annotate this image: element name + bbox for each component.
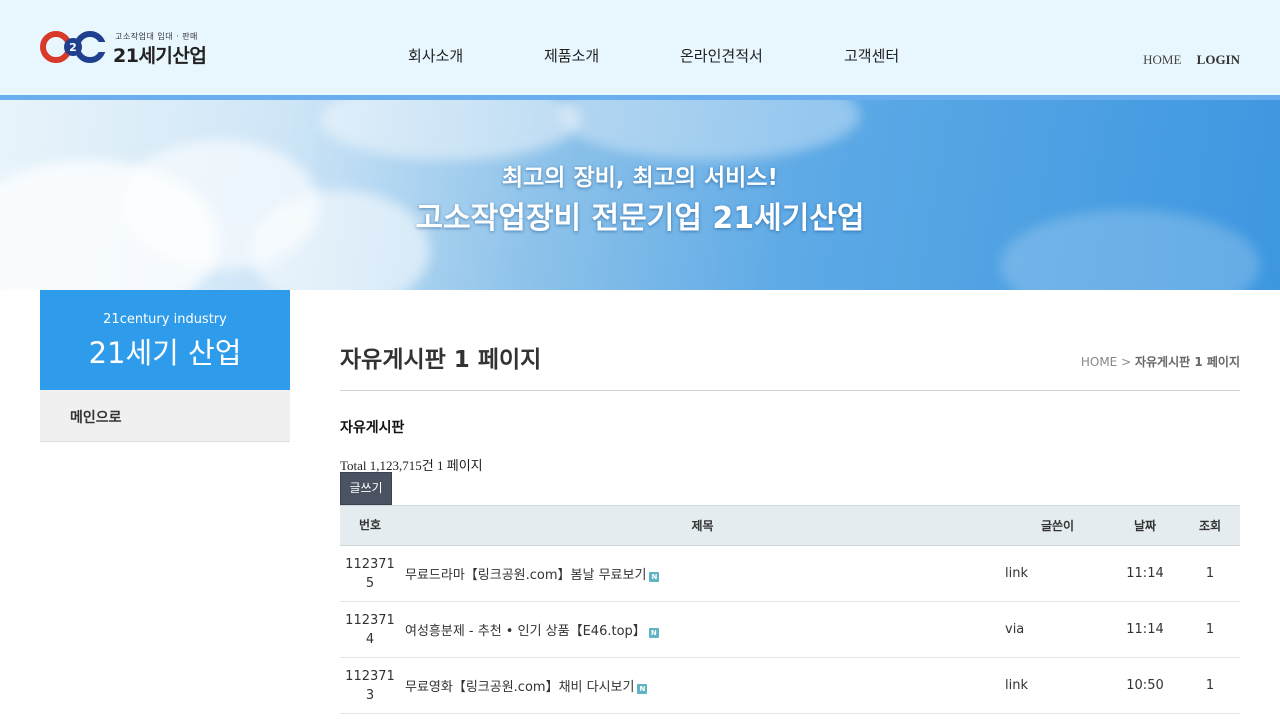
nav-item-company[interactable]: 회사소개 [408,45,463,66]
banner-title: 고소작업장비 전문기업 21세기산업 [415,201,865,236]
table-header-row: 번호 제목 글쓴이 날짜 조회 [340,505,1240,546]
post-date: 11:14 [1110,545,1180,602]
post-subject: 무료드라마【링크공원.com】봄날 무료보기 N [400,545,1005,602]
post-subject: 여성흥분제 - 추천 • 인기 상품【E46.top】 N [400,601,1005,658]
board-table: 번호 제목 글쓴이 날짜 조회 112371 5 무료드라마【링크공원.com】봄… [340,505,1240,714]
table-row: 112371 4 여성흥분제 - 추천 • 인기 상품【E46.top】 N via… [340,601,1240,658]
post-author[interactable]: link [1005,657,1110,714]
svg-text:2: 2 [69,41,77,54]
post-number: 112371 4 [340,601,400,658]
table-row: 112371 5 무료드라마【링크공원.com】봄날 무료보기 N link 11:… [340,545,1240,602]
site-header: 2 고소작업대 임대 · 판매 21세기산업 회사소개 제품소개 온라인견적서 … [0,0,1280,95]
hero-banner: 최고의 장비, 최고의 서비스! 고소작업장비 전문기업 21세기산업 [0,100,1280,290]
banner-subtitle: 최고의 장비, 최고의 서비스! [501,165,778,191]
col-number: 번호 [340,505,400,546]
sidebar-subtitle: 21century industry [103,312,227,327]
sidebar-title: 21세기 산업 [88,336,242,370]
post-link[interactable]: 무료영화【링크공원.com】채비 다시보기 [405,680,634,695]
write-button[interactable]: 글쓰기 [340,472,392,505]
col-author: 글쓴이 [1005,505,1110,546]
post-number: 112371 5 [340,545,400,602]
logo-mark-icon: 2 [40,31,108,63]
logo-title: 21세기산업 [113,45,207,67]
sidebar-header: 21century industry 21세기 산업 [40,290,290,390]
title-divider [340,390,1240,391]
breadcrumb-current: 자유게시판 1 페이지 [1134,355,1240,369]
post-date: 10:50 [1110,657,1180,714]
post-subject: 무료영화【링크공원.com】채비 다시보기 N [400,657,1005,714]
new-icon: N [637,684,648,694]
utility-links: HOME LOGIN [1143,52,1240,68]
nav-item-support[interactable]: 고객센터 [844,45,899,66]
logo[interactable]: 2 고소작업대 임대 · 판매 21세기산업 [40,30,215,67]
breadcrumb: HOME > 자유게시판 1 페이지 [1081,353,1240,370]
board-name: 자유게시판 [340,420,405,436]
col-date: 날짜 [1110,505,1180,546]
new-icon: N [648,628,659,638]
post-date: 11:14 [1110,601,1180,658]
new-icon: N [649,572,660,582]
post-views: 1 [1180,657,1240,714]
post-link[interactable]: 여성흥분제 - 추천 • 인기 상품【E46.top】 [405,624,646,639]
col-subject: 제목 [400,505,1005,546]
post-views: 1 [1180,545,1240,602]
col-views: 조회 [1180,505,1240,546]
login-link[interactable]: LOGIN [1197,52,1240,67]
home-link[interactable]: HOME [1143,52,1181,67]
page-title: 자유게시판 1 페이지 [340,347,542,373]
post-author[interactable]: via [1005,601,1110,658]
breadcrumb-home[interactable]: HOME [1081,355,1117,369]
table-row: 112371 3 무료영화【링크공원.com】채비 다시보기 N link 10:5… [340,657,1240,714]
post-views: 1 [1180,601,1240,658]
post-author[interactable]: link [1005,545,1110,602]
sidebar-item-main[interactable]: 메인으로 [40,390,290,442]
post-link[interactable]: 무료드라마【링크공원.com】봄날 무료보기 [405,568,646,583]
nav-item-products[interactable]: 제품소개 [544,45,599,66]
nav-item-estimate[interactable]: 온라인견적서 [680,45,763,66]
chevron-right-icon: > [1121,355,1135,369]
post-number: 112371 3 [340,657,400,714]
